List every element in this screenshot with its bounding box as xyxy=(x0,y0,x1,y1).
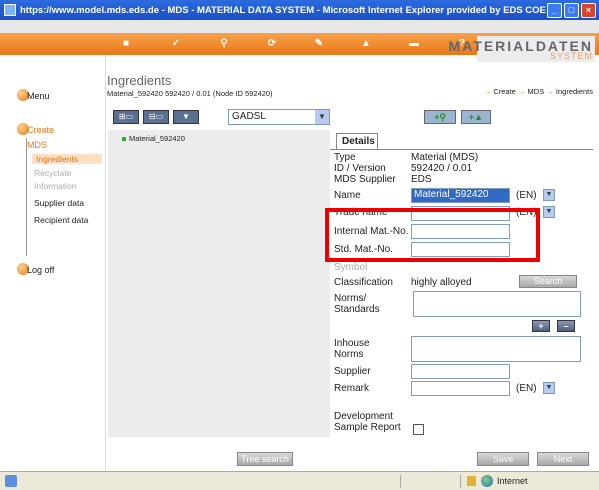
sidebar-create[interactable]: Create xyxy=(27,125,54,135)
development-sample-checkbox[interactable] xyxy=(413,424,424,435)
inhouse-norms-label: Inhouse Norms xyxy=(334,338,370,360)
close-button[interactable]: × xyxy=(581,2,596,18)
window-titlebar: https://www.model.mds.eds.de - MDS - MAT… xyxy=(0,0,599,20)
sidebar: Menu Create MDS Log off xyxy=(0,55,106,470)
mds-supplier-value: EDS xyxy=(411,174,432,185)
supplier-label: Supplier xyxy=(334,366,371,377)
tree-collapse-button[interactable]: ⊟▭ xyxy=(143,110,169,124)
type-value: Material (MDS) xyxy=(411,152,479,163)
tab-details[interactable]: Details xyxy=(336,133,378,149)
development-sample-label: Development Sample Report xyxy=(334,411,401,433)
home-icon[interactable]: ■ xyxy=(120,38,132,49)
symbol-label: Symbol xyxy=(334,262,368,273)
norms-remove-button[interactable]: – xyxy=(557,320,575,332)
next-button[interactable]: Next xyxy=(537,452,589,466)
name-lang-dropdown[interactable]: ▼ xyxy=(543,189,555,201)
sidebar-menu[interactable]: Menu xyxy=(27,91,50,101)
sidebar-item-ingredients[interactable]: Ingredients xyxy=(32,154,102,164)
name-lang: (EN) xyxy=(516,190,537,201)
ie-icon xyxy=(4,4,16,16)
page-title: Ingredients xyxy=(107,73,172,88)
search-icon[interactable]: ⚲ xyxy=(218,38,230,49)
id-version-label: ID / Version xyxy=(334,163,386,174)
brand-logo: MATERIALDATEN SYSTEM xyxy=(449,36,595,62)
browser-band xyxy=(0,20,599,33)
supplier-input[interactable] xyxy=(411,364,510,379)
breadcrumb-create[interactable]: Create xyxy=(493,87,516,96)
print-icon[interactable]: ▬ xyxy=(408,38,420,49)
pen-icon[interactable]: ✎ xyxy=(313,38,325,49)
sidebar-item-information: Information xyxy=(34,181,77,191)
add-substance-button[interactable]: +▲ xyxy=(461,110,491,124)
sidebar-item-supplier-data[interactable]: Supplier data xyxy=(34,198,84,208)
classification-label: Classification xyxy=(334,277,393,288)
breadcrumb: → Create → MDS → Ingredients xyxy=(483,87,593,96)
minimize-button[interactable]: _ xyxy=(547,2,562,18)
tree-search-button[interactable]: Tree search xyxy=(237,452,293,466)
filter-button[interactable]: ▼ xyxy=(173,110,199,124)
gadsl-select[interactable]: GADSL ▼ xyxy=(228,109,330,125)
id-version-value: 592420 / 0.01 xyxy=(411,163,473,174)
sidebar-logoff[interactable]: Log off xyxy=(27,265,54,275)
remark-input[interactable] xyxy=(411,381,510,396)
highlight-box xyxy=(325,208,540,262)
remark-lang-dropdown[interactable]: ▼ xyxy=(543,382,555,394)
window-title: https://www.model.mds.eds.de - MDS - MAT… xyxy=(20,4,546,16)
name-input[interactable]: Material_592420 xyxy=(411,188,510,203)
mds-supplier-label: MDS Supplier xyxy=(334,174,396,185)
norms-standards-list[interactable] xyxy=(413,291,581,317)
remark-label: Remark xyxy=(334,383,370,394)
inhouse-norms-input[interactable] xyxy=(411,336,581,362)
classification-value: highly alloyed xyxy=(411,277,472,288)
save-button[interactable]: Save xyxy=(477,452,529,466)
refresh-icon[interactable]: ⟳ xyxy=(266,38,278,49)
lock-icon xyxy=(467,476,476,486)
gadsl-value: GADSL xyxy=(232,111,266,122)
page-icon xyxy=(5,475,17,487)
tree-expand-button[interactable]: ⊞▭ xyxy=(113,110,139,124)
add-component-button[interactable]: +⚲ xyxy=(424,110,456,124)
brand-line2: SYSTEM xyxy=(549,51,593,61)
page-header: Ingredients Material_592420 592420 / 0.0… xyxy=(107,73,597,98)
tree-node-material[interactable]: Material_592420 xyxy=(122,134,185,143)
check-icon[interactable]: ✓ xyxy=(170,38,182,49)
classification-search-button[interactable]: Search xyxy=(519,275,577,288)
status-bar: Internet xyxy=(0,471,599,490)
sidebar-mds[interactable]: MDS xyxy=(27,140,47,150)
maximize-button[interactable]: □ xyxy=(564,2,579,18)
globe-icon xyxy=(481,475,493,487)
trade-name-lang-dropdown[interactable]: ▼ xyxy=(543,206,555,218)
material-node-icon xyxy=(122,137,126,141)
tree-panel: Material_592420 xyxy=(108,130,330,437)
chevron-down-icon[interactable]: ▼ xyxy=(315,110,329,124)
name-label: Name xyxy=(334,190,361,201)
norms-add-button[interactable]: + xyxy=(532,320,550,332)
sidebar-item-recyclate: Recyclate xyxy=(34,168,72,178)
alert-icon[interactable]: ▲ xyxy=(360,38,372,49)
remark-lang: (EN) xyxy=(516,383,537,394)
breadcrumb-ingredients[interactable]: Ingredients xyxy=(556,87,593,96)
sidebar-item-recipient-data[interactable]: Recipient data xyxy=(34,215,88,225)
tab-underline xyxy=(330,149,593,150)
breadcrumb-mds[interactable]: MDS xyxy=(528,87,545,96)
norms-standards-label: Norms/ Standards xyxy=(334,293,380,315)
type-label: Type xyxy=(334,152,356,163)
security-zone: Internet xyxy=(497,476,528,486)
